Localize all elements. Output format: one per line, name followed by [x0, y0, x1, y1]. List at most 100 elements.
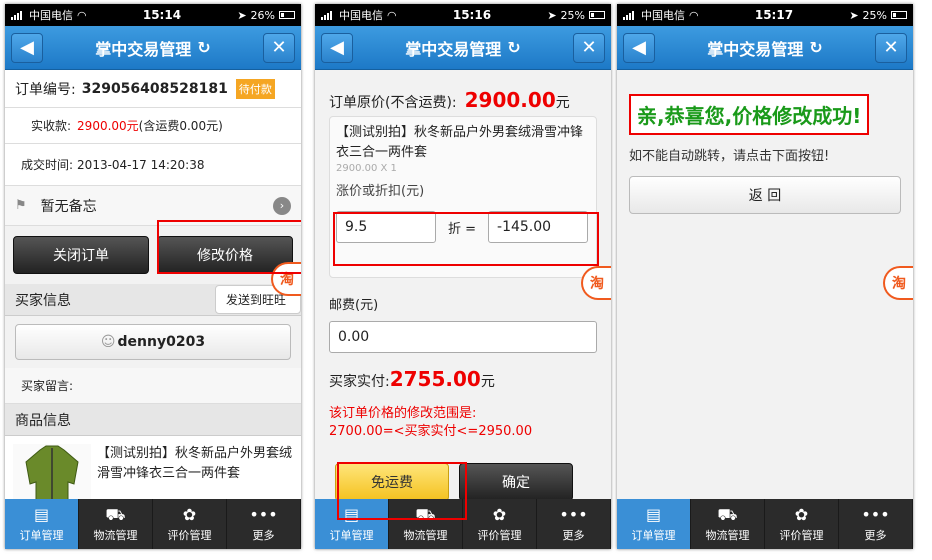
- tab-label: 物流管理: [705, 528, 750, 542]
- more-icon: •••: [249, 504, 278, 524]
- back-arrow-icon: ◀: [632, 37, 646, 58]
- battery-percent: 25%: [560, 8, 585, 22]
- refresh-icon[interactable]: ↻: [507, 38, 520, 57]
- wifi-icon: ◠: [689, 8, 699, 22]
- orig-price: 2900.00: [464, 88, 556, 112]
- actual-price: 2755.00: [389, 367, 481, 391]
- item-qty: 2900.00 X 1: [336, 163, 397, 174]
- phone-screen-success: 中国电信 ◠ 15:17 ➤ 25% ◀ 掌中交易管理 ↻ ✕ 亲,恭喜您,价格修…: [617, 4, 913, 549]
- carrier-label: 中国电信: [29, 9, 73, 22]
- chevron-right-icon: ›: [273, 196, 291, 215]
- taobao-float-icon[interactable]: 淘: [581, 266, 611, 300]
- modify-price-content: 订单原价(不含运费): 2900.00 元 【测试别拍】秋冬新品户外男套绒滑雪冲…: [315, 70, 611, 499]
- signal-icon: [321, 10, 335, 20]
- jacket-image: [25, 445, 79, 499]
- battery-percent: 26%: [250, 8, 275, 22]
- flag-icon: ⚑: [15, 198, 27, 213]
- clock: 15:16: [452, 8, 492, 22]
- tab-label: 物流管理: [93, 528, 138, 542]
- status-bar: 中国电信 ◠ 15:16 ➤ 25%: [315, 4, 611, 26]
- orig-price-unit: 元: [555, 95, 570, 111]
- back-arrow-icon: ◀: [330, 37, 344, 58]
- memo-text: 暂无备忘: [40, 198, 97, 215]
- nav-title: 掌中交易管理: [405, 39, 502, 59]
- deal-time-label: 成交时间:: [21, 158, 74, 172]
- tab-label: 更多: [562, 528, 585, 542]
- wangwang-icon: ☺: [100, 334, 116, 350]
- return-button[interactable]: 返 回: [629, 176, 901, 214]
- tab-more[interactable]: ••• 更多: [537, 499, 611, 549]
- back-button[interactable]: ◀: [11, 32, 43, 63]
- location-icon: ➤: [237, 8, 247, 22]
- carrier-label: 中国电信: [641, 9, 685, 22]
- buyer-name-button[interactable]: ☺ denny0203: [15, 324, 291, 360]
- signal-icon: [11, 10, 25, 20]
- buyer-section-title: 买家信息: [15, 292, 71, 309]
- phone-screen-order-detail: 中国电信 ◠ 15:14 ➤ 26% ◀ 掌中交易管理 ↻ ✕ 订单编号: 329…: [5, 4, 301, 549]
- range-line-1: 该订单价格的修改范围是:: [329, 406, 477, 421]
- location-icon: ➤: [849, 8, 859, 22]
- refresh-icon[interactable]: ↻: [197, 38, 210, 57]
- close-button[interactable]: ✕: [572, 32, 605, 63]
- close-icon: ✕: [581, 37, 597, 58]
- close-button[interactable]: ✕: [874, 32, 907, 63]
- paid-label: 实收款:: [31, 119, 72, 133]
- item-title: 【测试别拍】秋冬新品户外男套绒滑雪冲锋衣三合一两件套: [336, 125, 584, 160]
- tab-label: 评价管理: [779, 528, 824, 542]
- battery-percent: 25%: [862, 8, 887, 22]
- clipboard-icon: ▤: [645, 504, 662, 524]
- back-button[interactable]: ◀: [623, 32, 655, 63]
- tab-reviews[interactable]: ✿ 评价管理: [765, 499, 839, 549]
- status-bar: 中国电信 ◠ 15:14 ➤ 26%: [5, 4, 301, 26]
- order-no: 329056408528181: [81, 80, 228, 97]
- confirm-button[interactable]: 确定: [459, 463, 573, 499]
- goods-thumbnail: [13, 444, 91, 499]
- tab-order-management[interactable]: ▤ 订单管理: [5, 499, 79, 549]
- nav-bar: ◀ 掌中交易管理 ↻ ✕: [617, 26, 913, 70]
- clock: 15:17: [754, 8, 794, 22]
- tab-bar: ▤ 订单管理 ⛟ 物流管理 ✿ 评价管理 ••• 更多: [617, 499, 913, 549]
- phone-screen-modify-price: 中国电信 ◠ 15:16 ➤ 25% ◀ 掌中交易管理 ↻ ✕ 订单原价(不含运费…: [315, 4, 611, 549]
- actual-label: 买家实付:: [329, 374, 390, 390]
- tab-logistics[interactable]: ⛟ 物流管理: [79, 499, 153, 549]
- orig-price-label: 订单原价(不含运费):: [329, 95, 457, 111]
- refresh-icon[interactable]: ↻: [809, 38, 822, 57]
- buyer-message-label: 买家留言:: [21, 379, 74, 393]
- highlight-box: [333, 212, 599, 266]
- close-icon: ✕: [271, 37, 287, 58]
- tab-label: 评价管理: [477, 528, 522, 542]
- battery-icon: [588, 11, 605, 19]
- carrier-label: 中国电信: [339, 9, 383, 22]
- back-button[interactable]: ◀: [321, 32, 353, 63]
- nav-bar: ◀ 掌中交易管理 ↻ ✕: [315, 26, 611, 70]
- tab-label: 订单管理: [631, 528, 676, 542]
- discount-label: 涨价或折扣(元): [336, 184, 425, 199]
- paid-amount: 2900.00元: [77, 119, 139, 133]
- buyer-name: denny0203: [117, 334, 206, 350]
- close-order-button[interactable]: 关闭订单: [13, 236, 149, 274]
- goods-section-title: 商品信息: [15, 412, 71, 429]
- status-badge: 待付款: [235, 78, 275, 99]
- tab-more[interactable]: ••• 更多: [227, 499, 301, 549]
- close-button[interactable]: ✕: [262, 32, 295, 63]
- tab-label: 订单管理: [329, 528, 374, 542]
- tab-order-management[interactable]: ▤ 订单管理: [617, 499, 691, 549]
- tab-reviews[interactable]: ✿ 评价管理: [153, 499, 227, 549]
- nav-title: 掌中交易管理: [707, 39, 804, 59]
- close-icon: ✕: [883, 37, 899, 58]
- actual-unit: 元: [480, 374, 495, 390]
- truck-icon: ⛟: [717, 504, 738, 524]
- truck-icon: ⛟: [105, 504, 126, 524]
- deal-time: 2013-04-17 14:20:38: [77, 157, 205, 172]
- status-bar: 中国电信 ◠ 15:17 ➤ 25%: [617, 4, 913, 26]
- tab-label: 物流管理: [403, 528, 448, 542]
- tab-more[interactable]: ••• 更多: [839, 499, 913, 549]
- nav-title: 掌中交易管理: [95, 39, 192, 59]
- tab-reviews[interactable]: ✿ 评价管理: [463, 499, 537, 549]
- tab-label: 订单管理: [19, 528, 64, 542]
- postage-input[interactable]: 0.00: [329, 321, 597, 353]
- taobao-float-icon[interactable]: 淘: [883, 266, 913, 300]
- tab-logistics[interactable]: ⛟ 物流管理: [691, 499, 765, 549]
- goods-item[interactable]: 【测试别拍】秋冬新品户外男套绒滑雪冲锋衣三合一两件套: [5, 436, 301, 499]
- redirect-hint: 如不能自动跳转，请点击下面按钮!: [629, 149, 830, 164]
